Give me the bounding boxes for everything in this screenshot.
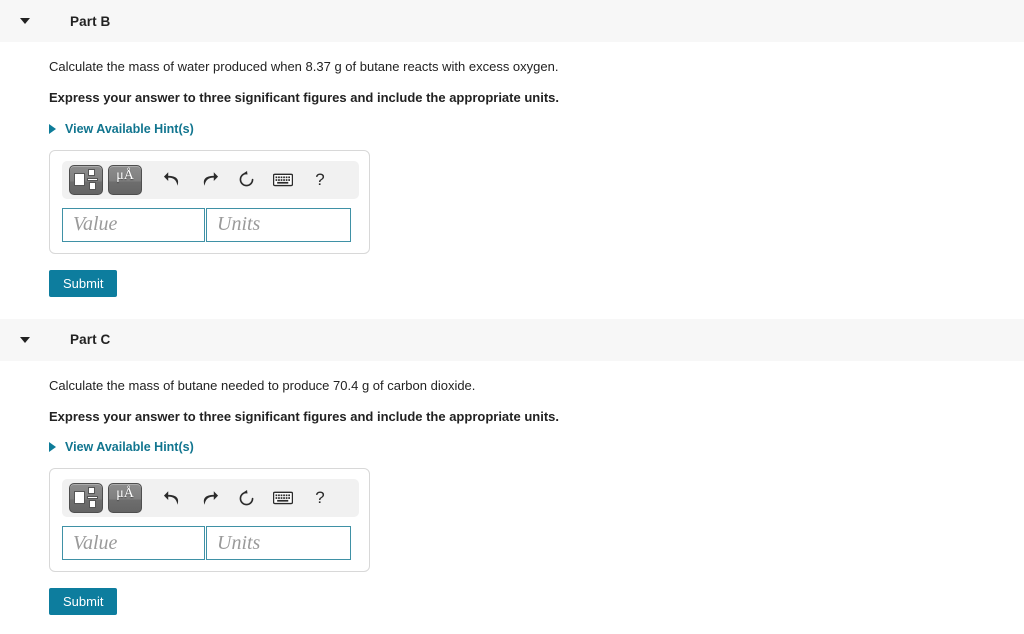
value-placeholder: Value [73, 213, 118, 236]
chevron-right-icon [49, 442, 56, 453]
submit-button-b[interactable]: Submit [49, 269, 118, 297]
chevron-down-icon [20, 18, 30, 24]
answer-toolbar-c: μÅ ? [62, 479, 359, 518]
answer-toolbar-b: μÅ ? [62, 160, 359, 199]
part-header-c[interactable]: Part C [0, 318, 1024, 361]
units-placeholder: Units [217, 213, 261, 236]
view-hints-link-c[interactable]: View Available Hint(s) [49, 440, 194, 454]
part-spacer [0, 297, 1024, 319]
question-text: Calculate the mass of water produced whe… [49, 59, 559, 74]
answer-input-row-b: Value Units [62, 207, 359, 242]
units-placeholder: Units [217, 531, 261, 554]
help-icon[interactable]: ? [305, 483, 335, 513]
submit-button-c[interactable]: Submit [49, 588, 118, 616]
part-title: Part B [70, 13, 111, 29]
answer-box-c: μÅ ? Value Units [49, 468, 370, 573]
redo-icon[interactable] [194, 483, 224, 513]
keyboard-icon[interactable] [268, 165, 298, 195]
undo-icon[interactable] [157, 165, 187, 195]
units-input[interactable]: Units [206, 207, 351, 242]
collapse-toggle-part-b[interactable] [20, 18, 42, 24]
units-button-label: μÅ [116, 486, 134, 502]
part-body-c: Calculate the mass of butane needed to p… [0, 361, 1024, 616]
redo-icon[interactable] [194, 165, 224, 195]
view-hints-link-b[interactable]: View Available Hint(s) [49, 122, 194, 136]
instruction-text: Express your answer to three significant… [49, 89, 559, 105]
collapse-toggle-part-c[interactable] [20, 336, 42, 343]
units-input[interactable]: Units [206, 526, 351, 561]
units-button-label: μÅ [116, 167, 134, 183]
part-header-b[interactable]: Part B [0, 0, 1024, 42]
reset-icon[interactable] [231, 165, 261, 195]
value-input[interactable]: Value [62, 526, 205, 561]
part-section-c: Part C Calculate the mass of butane need… [0, 318, 1024, 616]
chevron-right-icon [49, 123, 56, 134]
part-title: Part C [70, 332, 111, 348]
reset-icon[interactable] [231, 483, 261, 513]
help-icon[interactable]: ? [305, 165, 335, 195]
part-section-b: Part B Calculate the mass of water produ… [0, 0, 1024, 297]
math-template-icon[interactable] [69, 483, 103, 514]
chevron-down-icon [20, 336, 30, 343]
answer-box-b: μÅ ? Value Units [49, 149, 370, 254]
undo-icon[interactable] [157, 483, 187, 513]
value-placeholder: Value [73, 531, 118, 554]
value-input[interactable]: Value [62, 207, 205, 242]
math-template-icon[interactable] [69, 164, 103, 195]
instruction-text: Express your answer to three significant… [49, 408, 559, 424]
view-hints-label: View Available Hint(s) [65, 440, 194, 455]
answer-input-row-c: Value Units [62, 526, 359, 561]
units-micro-angstrom-icon[interactable]: μÅ [108, 164, 142, 195]
question-text: Calculate the mass of butane needed to p… [49, 377, 476, 393]
part-body-b: Calculate the mass of water produced whe… [0, 42, 1024, 297]
units-micro-angstrom-icon[interactable]: μÅ [108, 483, 142, 514]
view-hints-label: View Available Hint(s) [65, 121, 194, 136]
keyboard-icon[interactable] [268, 483, 298, 513]
